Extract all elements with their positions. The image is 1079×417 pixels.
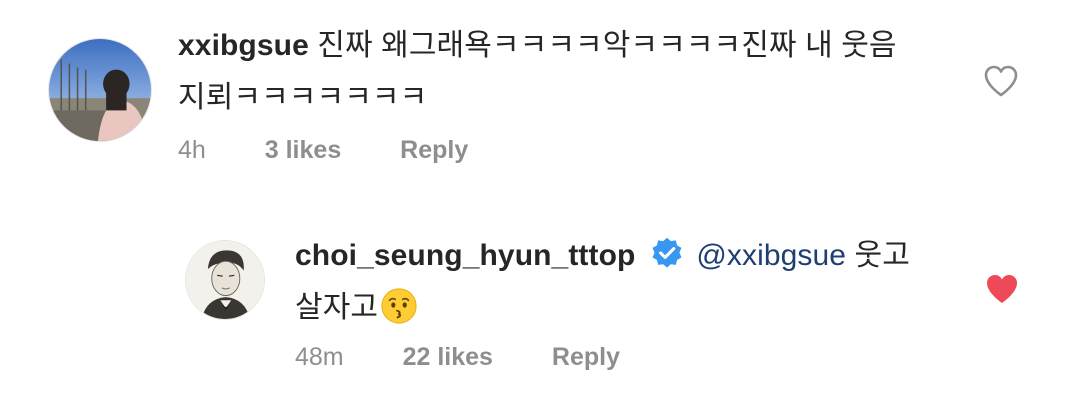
reply-button[interactable]: Reply: [400, 136, 468, 165]
heart-outline-icon[interactable]: [983, 64, 1019, 98]
heart-filled-icon[interactable]: [984, 272, 1020, 306]
comment-likes[interactable]: 22 likes: [403, 343, 493, 372]
comment-username[interactable]: xxibgsue: [178, 29, 309, 62]
comment-body-line1: 진짜 왜그래욕ㅋㅋㅋㅋ악ㅋㅋㅋㅋ진짜 내 웃음: [317, 29, 897, 62]
comment-username[interactable]: choi_seung_hyun_tttop: [295, 239, 635, 272]
reply-button[interactable]: Reply: [552, 343, 620, 372]
comment-body-line2: 지뢰ㅋㅋㅋㅋㅋㅋㅋ: [178, 81, 428, 114]
comment-text: choi_seung_hyun_tttop @xxibgsue 웃고 살자고: [295, 230, 975, 334]
avatar-photo: [49, 39, 151, 141]
comment-meta: 48m 22 likes Reply: [295, 343, 672, 372]
mention-link[interactable]: @xxibgsue: [696, 239, 846, 272]
comment-text: xxibgsue 진짜 왜그래욕ㅋㅋㅋㅋ악ㅋㅋㅋㅋ진짜 내 웃음 지뢰ㅋㅋㅋㅋㅋ…: [178, 20, 978, 124]
comment-meta: 4h 3 likes Reply: [178, 136, 520, 165]
comment-time: 48m: [295, 343, 344, 371]
comment-body-line1: 웃고: [846, 239, 910, 272]
verified-badge-icon: [652, 237, 682, 268]
comment-body-line2: 살자고: [295, 291, 379, 324]
avatar[interactable]: [48, 38, 152, 142]
avatar[interactable]: [185, 240, 265, 320]
avatar-photo: [186, 241, 264, 319]
comment-likes[interactable]: 3 likes: [265, 136, 341, 165]
kissing-face-emoji-icon: [381, 288, 417, 324]
comment-time: 4h: [178, 136, 206, 164]
